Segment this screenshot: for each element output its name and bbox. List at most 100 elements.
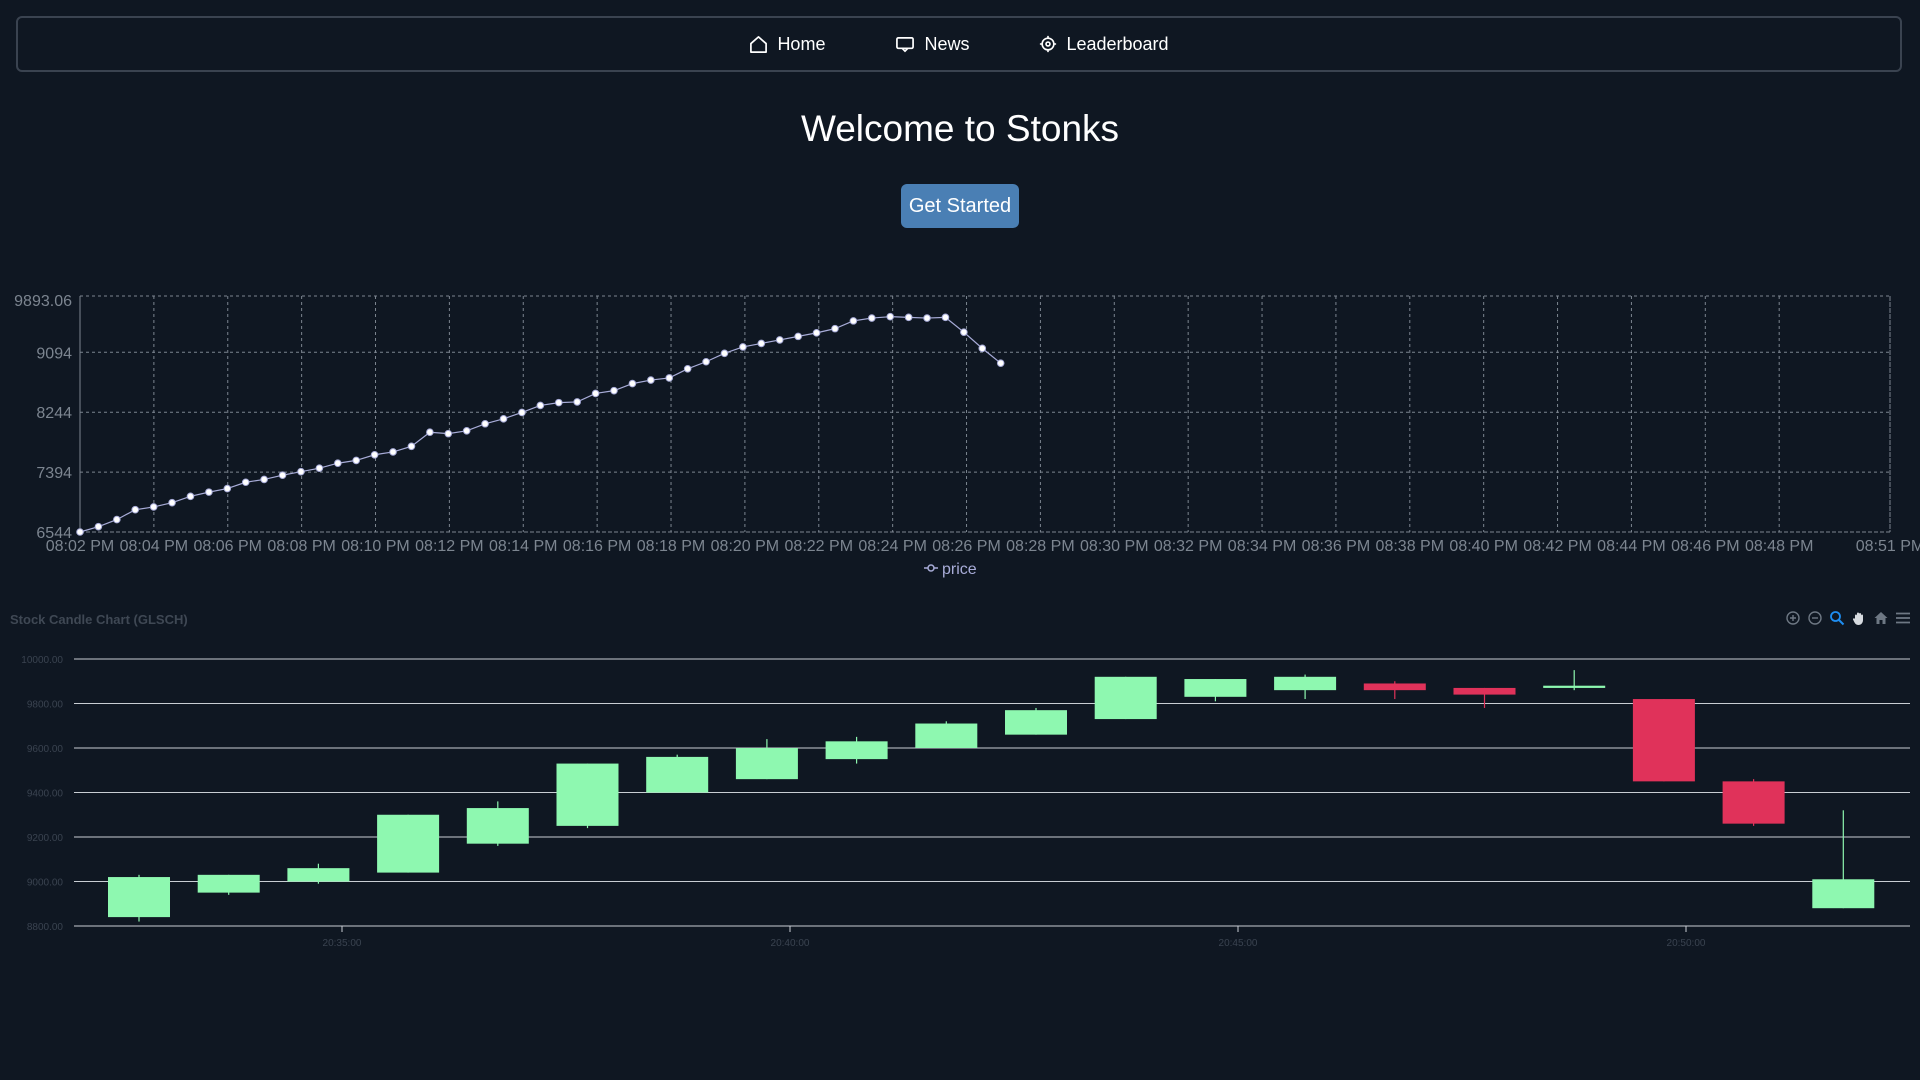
- menu-icon[interactable]: [1894, 609, 1912, 627]
- x-tick-label: 08:08 PM: [267, 538, 335, 555]
- x-tick-label: 08:44 PM: [1597, 538, 1665, 555]
- price-point: [113, 515, 121, 524]
- x-tick-label: 08:24 PM: [858, 538, 926, 555]
- nav-home[interactable]: Home: [749, 34, 825, 55]
- x-tick-label: 08:10 PM: [341, 538, 409, 555]
- price-point: [647, 376, 655, 384]
- legend-label: price: [942, 561, 977, 578]
- price-point: [702, 357, 710, 366]
- target-icon: [1040, 35, 1057, 53]
- zoom-in-icon[interactable]: [1784, 609, 1802, 627]
- candle-y-tick-label: 9800.00: [27, 700, 64, 711]
- price-point: [628, 379, 637, 388]
- x-tick-label: 08:38 PM: [1376, 538, 1444, 555]
- price-point: [536, 401, 545, 410]
- candle-x-tick-label: 20:50:00: [1667, 938, 1706, 949]
- price-point: [168, 498, 176, 507]
- candle-y-tick-label: 10000.00: [21, 655, 63, 666]
- y-tick-label: 7394: [36, 465, 72, 482]
- price-point: [389, 448, 397, 456]
- price-point: [518, 408, 526, 417]
- x-tick-label: 08:16 PM: [563, 538, 631, 555]
- pan-icon[interactable]: [1850, 609, 1868, 627]
- candle-body: [1453, 687, 1516, 695]
- price-point: [131, 505, 140, 514]
- nav-news-label: News: [924, 33, 970, 54]
- x-tick-label: 08:12 PM: [415, 538, 483, 555]
- x-tick-label: 08:46 PM: [1671, 538, 1739, 555]
- zoom-out-icon[interactable]: [1806, 609, 1824, 627]
- candle-x-tick-label: 20:40:00: [771, 938, 810, 949]
- price-point: [481, 419, 489, 428]
- get-started-button[interactable]: Get Started: [901, 184, 1019, 228]
- price-line: [79, 316, 1002, 533]
- candle-body: [915, 723, 978, 748]
- nav-leaderboard-label: Leaderboard: [1066, 33, 1169, 54]
- price-point: [757, 339, 766, 348]
- y-tick-label: 9893.06: [14, 293, 72, 310]
- home-icon: [750, 35, 768, 53]
- candle-body: [1184, 679, 1247, 697]
- x-tick-label: 08:34 PM: [1228, 538, 1296, 555]
- legend-point-marker: [927, 564, 935, 572]
- price-point: [315, 464, 324, 472]
- y-tick-label: 9094: [36, 345, 72, 362]
- x-tick-label: 08:04 PM: [120, 538, 188, 555]
- candle-body: [1094, 676, 1157, 720]
- y-tick-label: 8244: [36, 405, 72, 422]
- y-tick-label: 6544: [36, 525, 72, 542]
- price-point: [812, 329, 821, 337]
- candle-x-tick-label: 20:45:00: [1219, 938, 1258, 949]
- candle-body: [556, 763, 619, 826]
- price-point: [573, 398, 581, 406]
- line-chart-frame: [79, 295, 1891, 533]
- x-tick-label: 08:06 PM: [194, 538, 262, 555]
- price-point: [904, 313, 913, 322]
- price-point: [941, 313, 950, 322]
- price-point: [794, 332, 802, 341]
- x-tick-label: 08:18 PM: [637, 538, 705, 555]
- x-tick-label: 08:30 PM: [1080, 538, 1148, 555]
- candle-body: [466, 808, 529, 844]
- candle-body: [1363, 683, 1426, 691]
- x-tick-label: 08:26 PM: [932, 538, 1000, 555]
- price-point: [683, 364, 692, 373]
- chart-toolbar: [1784, 609, 1912, 627]
- price-point: [278, 471, 287, 480]
- price-point: [76, 528, 84, 536]
- reset-home-icon[interactable]: [1872, 609, 1890, 627]
- candle-body: [1274, 676, 1337, 691]
- price-point: [426, 428, 434, 437]
- candle-body: [1722, 781, 1785, 824]
- candle-body: [646, 756, 709, 793]
- candle-y-tick-label: 9400.00: [27, 789, 64, 800]
- nav-news[interactable]: News: [895, 34, 969, 55]
- price-point: [996, 359, 1005, 367]
- nav-leaderboard[interactable]: Leaderboard: [1039, 33, 1169, 55]
- price-point: [297, 467, 305, 476]
- x-tick-label: 08:48 PM: [1745, 538, 1813, 555]
- price-point: [499, 415, 508, 423]
- candle-x-tick-label: 20:35:00: [323, 938, 362, 949]
- price-point: [960, 328, 968, 336]
- candle-body: [287, 868, 350, 882]
- price-point: [462, 427, 471, 435]
- candle-chart-title: Stock Candle Chart (GLSCH): [10, 612, 188, 627]
- x-tick-label: 08:40 PM: [1449, 538, 1517, 555]
- price-point: [370, 450, 379, 459]
- candle-body: [1812, 879, 1875, 909]
- candle-body: [1005, 710, 1067, 735]
- top-navbar: Home News Leaderboard: [16, 16, 1902, 72]
- candle-body: [735, 748, 798, 780]
- price-point: [444, 429, 453, 438]
- selection-zoom-icon[interactable]: [1828, 609, 1846, 627]
- x-tick-label: 08:32 PM: [1154, 538, 1222, 555]
- price-point: [205, 488, 213, 496]
- candle-body: [1543, 685, 1606, 688]
- x-tick-label: 08:22 PM: [785, 538, 853, 555]
- page-title: Welcome to Stonks: [800, 108, 1120, 149]
- price-point: [775, 336, 784, 344]
- x-tick-label: 08:20 PM: [711, 538, 779, 555]
- candle-y-tick-label: 8800.00: [27, 922, 64, 933]
- candle-body: [1632, 699, 1695, 782]
